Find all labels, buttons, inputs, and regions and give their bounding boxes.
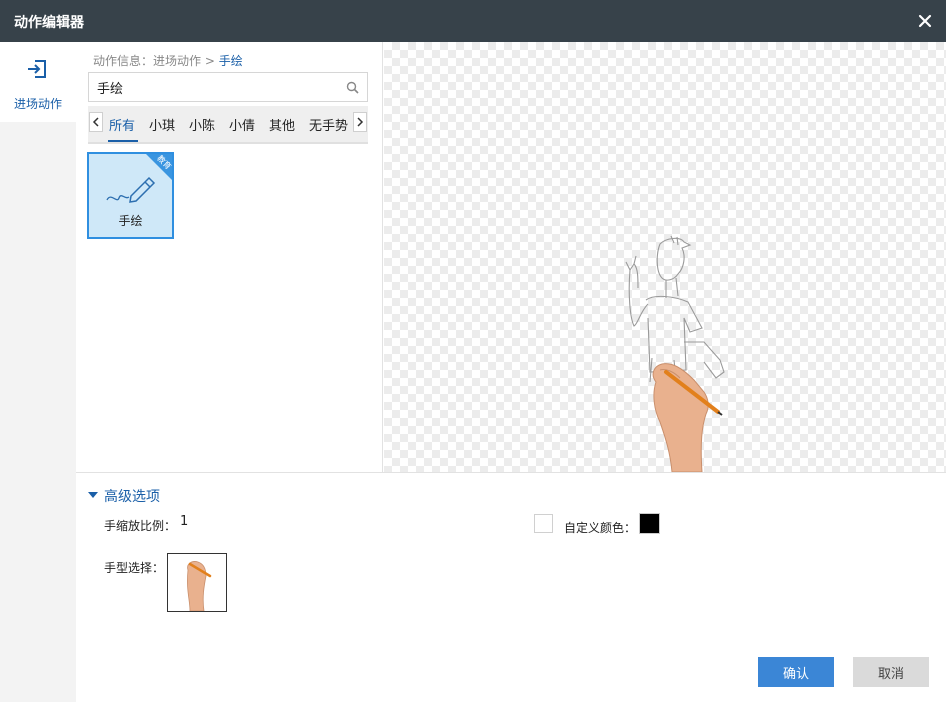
tabs-next-button[interactable] (353, 112, 367, 132)
search-box (88, 72, 368, 102)
custom-color-checkbox[interactable] (534, 514, 553, 533)
sidebar: 进场动作 (0, 42, 76, 702)
close-icon[interactable] (914, 10, 936, 32)
tab-xiaoqi[interactable]: 小琪 (149, 115, 175, 134)
sidebar-item-enter-action[interactable]: 进场动作 (0, 42, 76, 122)
action-list-panel: 动作信息：进场动作 > 手绘 所有 小琪 小陈 小倩 其他 无手势 手绘 (76, 42, 383, 472)
action-card-hand-draw[interactable]: 手绘 教育 (87, 152, 174, 239)
custom-color-label: 自定义颜色： (564, 521, 637, 535)
breadcrumb-prefix: 动作信息：进场动作 > (93, 54, 215, 68)
custom-color-swatch[interactable] (639, 513, 660, 534)
hand-scale-input[interactable]: 1 (180, 514, 210, 532)
confirm-button[interactable]: 确认 (758, 657, 834, 687)
cancel-button[interactable]: 取消 (853, 657, 929, 687)
sidebar-item-label: 进场动作 (13, 97, 62, 111)
search-icon[interactable] (346, 81, 359, 94)
hand-scale-label: 手缩放比例： (104, 519, 177, 533)
hand-image (187, 561, 212, 611)
tab-no-gesture[interactable]: 无手势 (309, 115, 348, 134)
caret-down-icon (88, 492, 98, 498)
card-label: 手绘 (118, 214, 143, 228)
hand-type-thumbnail[interactable] (167, 553, 227, 612)
title-bar: 动作编辑器 (0, 0, 946, 42)
enter-icon (26, 58, 48, 80)
tab-xiaoqian[interactable]: 小倩 (229, 115, 255, 134)
breadcrumb: 动作信息：进场动作 > 手绘 (93, 52, 243, 69)
tab-all[interactable]: 所有 (109, 115, 135, 134)
advanced-options-label: 高级选项 (104, 489, 160, 505)
window-title: 动作编辑器 (14, 15, 84, 31)
section-divider (76, 472, 946, 473)
sketch-preview-illustration (625, 235, 725, 472)
search-input[interactable] (89, 73, 339, 101)
hand-type-label: 手型选择： (104, 561, 165, 575)
breadcrumb-current[interactable]: 手绘 (219, 54, 243, 68)
animation-preview (384, 42, 946, 472)
active-tab-indicator (108, 140, 138, 142)
advanced-options-toggle[interactable]: 高级选项 (88, 486, 160, 506)
tabs-prev-button[interactable] (89, 112, 103, 132)
tab-other[interactable]: 其他 (269, 115, 295, 134)
category-tabs: 所有 小琪 小陈 小倩 其他 无手势 (88, 106, 368, 144)
tab-xiaochen[interactable]: 小陈 (189, 115, 215, 134)
